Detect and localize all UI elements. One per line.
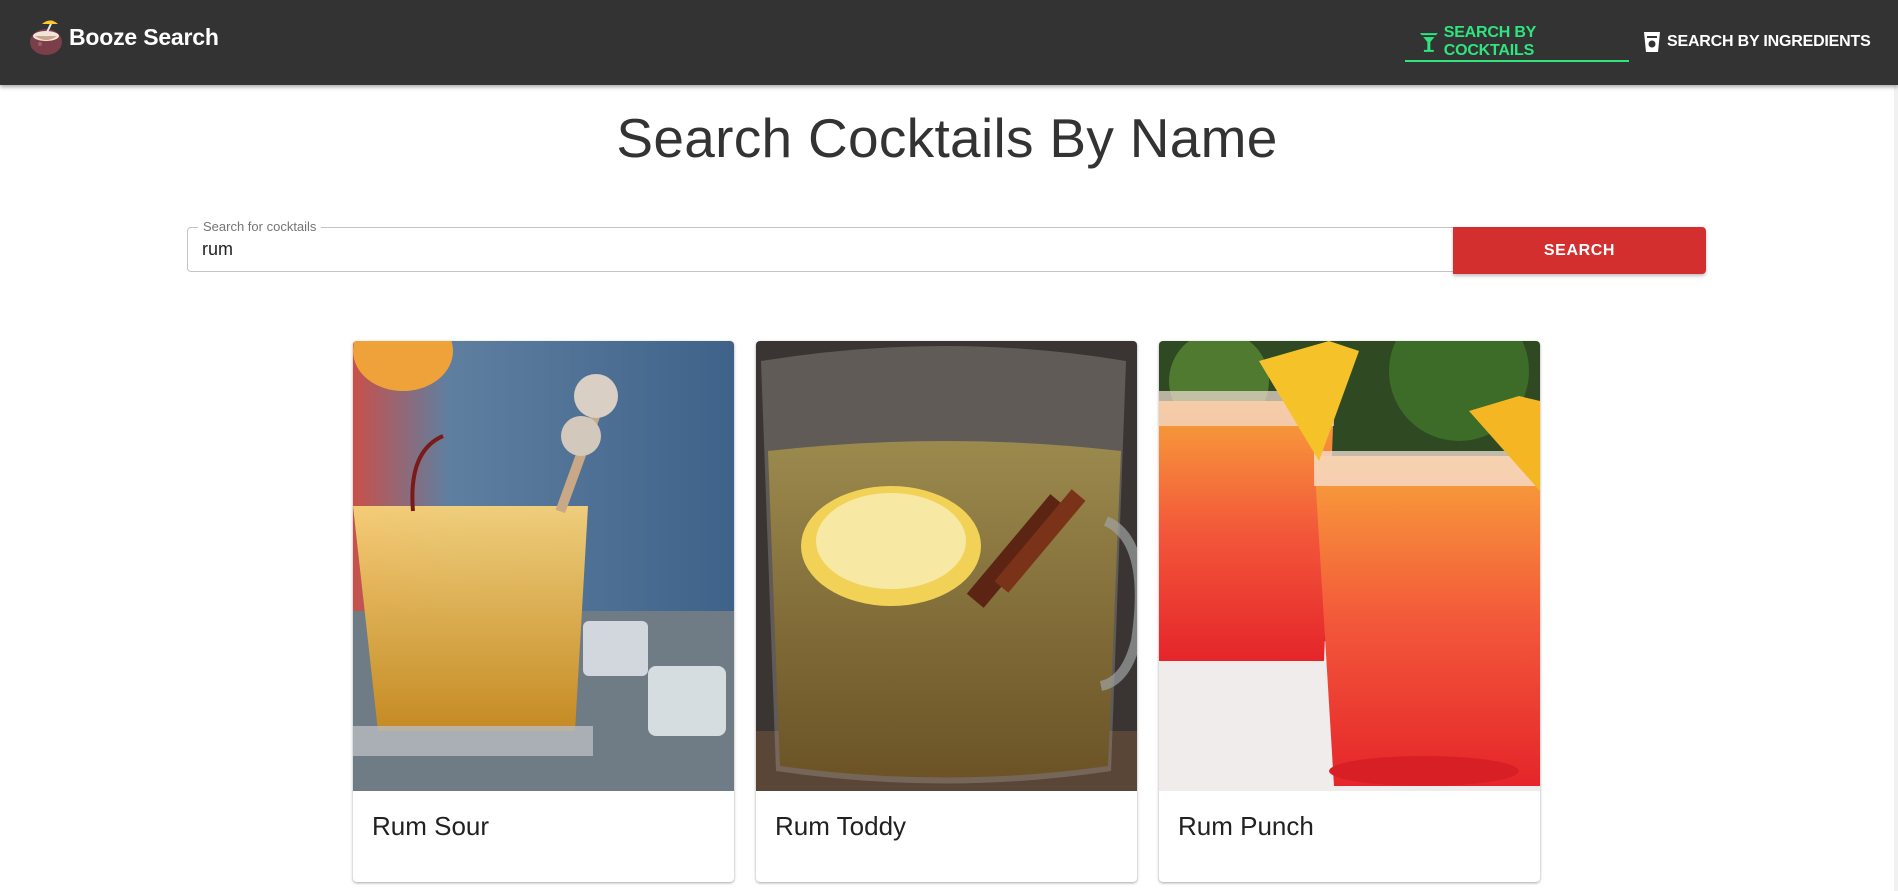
app-bar: Booze Search SEARCH BY COCKTAILS SEARCH … [0, 0, 1898, 85]
cocktail-card[interactable]: Rum Sour [353, 341, 734, 882]
page-title: Search Cocktails By Name [616, 107, 1278, 169]
cocktail-name: Rum Toddy [775, 811, 907, 841]
scrollbar[interactable] [1894, 0, 1898, 891]
coconut-drink-icon [30, 20, 62, 55]
search-field[interactable]: Search for cocktails [187, 219, 1454, 272]
cocktail-name: Rum Punch [1178, 811, 1314, 841]
cocktail-name: Rum Sour [372, 811, 490, 841]
brand[interactable]: Booze Search [28, 18, 219, 56]
bottle-icon [1644, 32, 1660, 52]
active-tab-indicator [1405, 60, 1629, 62]
cocktail-image [353, 341, 734, 791]
search-input[interactable] [202, 228, 1442, 271]
tab-search-by-cocktails[interactable]: SEARCH BY COCKTAILS [1408, 22, 1628, 62]
martini-glass-icon [1419, 33, 1438, 52]
cocktail-card[interactable]: Rum Punch [1159, 341, 1540, 882]
tab-search-by-ingredients[interactable]: SEARCH BY INGREDIENTS [1641, 22, 1871, 62]
tab-search-by-cocktails-label: SEARCH BY COCKTAILS [1443, 24, 1536, 59]
cocktail-card[interactable]: Rum Toddy [756, 341, 1137, 882]
brand-title: Booze Search [69, 23, 219, 50]
cocktail-image [1159, 341, 1540, 791]
search-button[interactable]: SEARCH [1453, 227, 1706, 274]
cocktail-image [756, 341, 1137, 791]
tab-search-by-ingredients-label: SEARCH BY INGREDIENTS [1667, 33, 1871, 50]
